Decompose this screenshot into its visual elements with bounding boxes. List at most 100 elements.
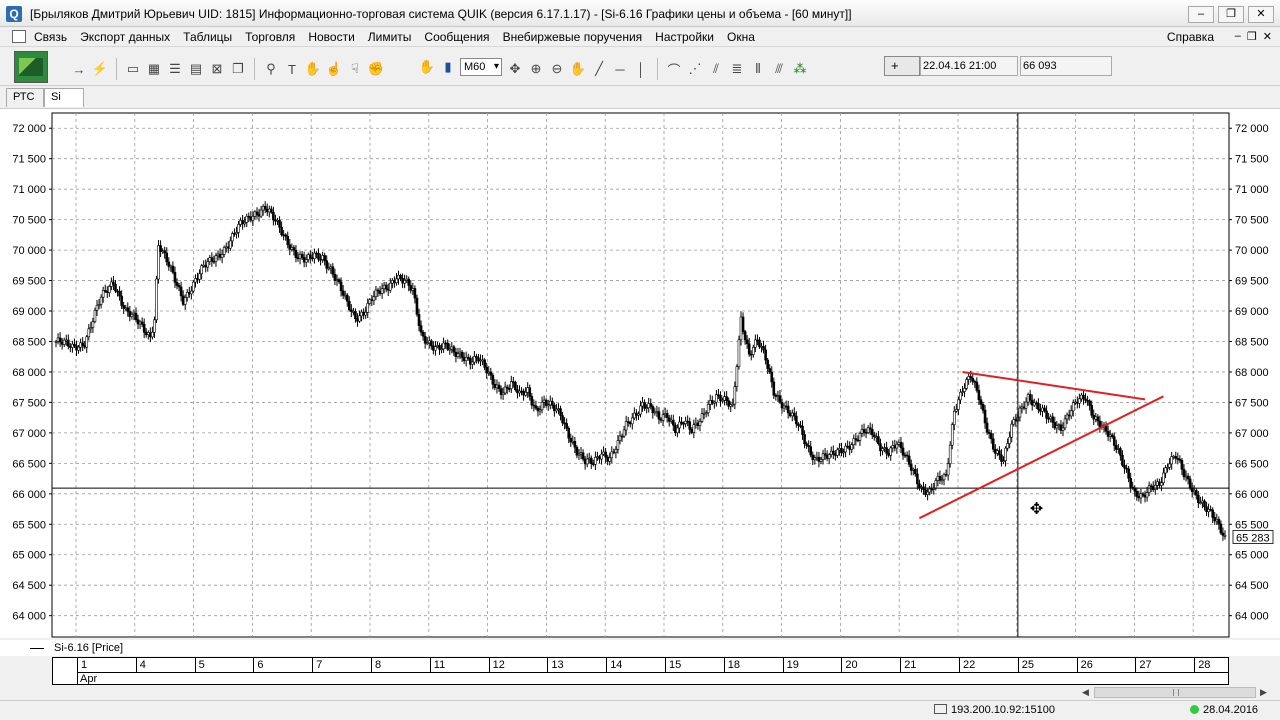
indicator-icon[interactable]: ⁂ bbox=[791, 60, 809, 78]
menu-item-5[interactable]: Лимиты bbox=[368, 30, 412, 44]
candle-body bbox=[235, 232, 238, 235]
scroll-left-icon[interactable]: ◀ bbox=[1082, 687, 1089, 698]
candle-body bbox=[103, 290, 107, 292]
hand-buy-icon[interactable]: ☝ bbox=[325, 60, 343, 78]
candle-body bbox=[1088, 400, 1091, 406]
candle-body bbox=[167, 261, 171, 267]
maximize-button[interactable]: ❐ bbox=[1218, 6, 1244, 23]
text-icon[interactable]: T bbox=[283, 60, 301, 78]
candle-body bbox=[630, 417, 634, 425]
candle-body bbox=[206, 261, 210, 268]
tab-si[interactable]: Si bbox=[44, 88, 84, 107]
gann-icon[interactable]: ⫻ bbox=[770, 60, 788, 78]
fan-icon[interactable]: ⋰ bbox=[686, 60, 704, 78]
menu-help[interactable]: Справка bbox=[1167, 30, 1214, 44]
mdi-restore-button[interactable]: ❐ bbox=[1247, 30, 1257, 43]
candle-body bbox=[415, 297, 419, 315]
mdi-minimize-button[interactable]: – bbox=[1235, 30, 1241, 43]
candle-body bbox=[751, 347, 755, 355]
disconnect-icon[interactable]: ⚡ bbox=[91, 60, 109, 78]
cancel-order-icon[interactable]: ⊠ bbox=[208, 60, 226, 78]
minimize-button[interactable]: – bbox=[1188, 6, 1214, 23]
window-icon[interactable]: ▭ bbox=[124, 60, 142, 78]
candle-body bbox=[567, 427, 571, 439]
scroll-grip[interactable] bbox=[1173, 689, 1179, 696]
candle-body bbox=[1112, 436, 1116, 446]
candle-body bbox=[1086, 400, 1089, 402]
document-icon[interactable] bbox=[12, 30, 26, 43]
arc-icon[interactable]: ⌒ bbox=[665, 60, 683, 78]
hand-stop-icon[interactable]: ✊ bbox=[367, 60, 385, 78]
candle-body bbox=[526, 387, 530, 393]
candle-body bbox=[237, 224, 240, 233]
list-icon[interactable]: ☰ bbox=[166, 60, 184, 78]
chart-legend: Si-6.16 [Price] bbox=[0, 640, 1280, 656]
quik-logo-icon[interactable] bbox=[14, 51, 48, 83]
menu-item-4[interactable]: Новости bbox=[308, 30, 354, 44]
menu-item-7[interactable]: Внебиржевые поручения bbox=[503, 30, 643, 44]
menu-item-9[interactable]: Окна bbox=[727, 30, 755, 44]
y-tick-label-right: 65 500 bbox=[1235, 519, 1269, 531]
candle-body bbox=[239, 220, 242, 225]
chart-svg[interactable]: 64 000 64 000 64 500 64 500 65 000 65 000 65 5… bbox=[0, 109, 1280, 639]
candle-body bbox=[860, 429, 864, 434]
candle-body bbox=[973, 381, 977, 383]
candle-body bbox=[1055, 425, 1059, 429]
candle-body bbox=[1201, 500, 1204, 503]
candle-body bbox=[421, 331, 425, 337]
crosshair-mode-select[interactable]: + bbox=[884, 56, 920, 76]
vertical-line-icon[interactable]: │ bbox=[632, 60, 650, 78]
hand-sell-icon[interactable]: ☟ bbox=[346, 60, 364, 78]
pin-icon[interactable]: ⚲ bbox=[262, 60, 280, 78]
fibonacci-icon[interactable]: ≣ bbox=[728, 60, 746, 78]
candle-body bbox=[600, 453, 603, 460]
candle-body bbox=[850, 444, 854, 450]
connection-status-icon bbox=[1190, 705, 1199, 714]
candle-body bbox=[512, 381, 515, 383]
move-icon[interactable]: ✥ bbox=[506, 60, 524, 78]
candle-body bbox=[438, 345, 441, 350]
interval-select[interactable]: M60 bbox=[460, 58, 502, 76]
candle-body bbox=[528, 387, 532, 397]
candle-body bbox=[786, 405, 790, 414]
scroll-right-icon[interactable]: ▶ bbox=[1260, 687, 1267, 698]
zoom-out-icon[interactable]: ⊖ bbox=[548, 60, 566, 78]
tab-rts[interactable]: РТС bbox=[6, 88, 44, 107]
candle-body bbox=[487, 371, 491, 374]
zoom-in-icon[interactable]: ⊕ bbox=[527, 60, 545, 78]
menu-item-8[interactable]: Настройки bbox=[655, 30, 714, 44]
horizontal-line-icon[interactable]: ─ bbox=[611, 60, 629, 78]
mdi-close-button[interactable]: ✕ bbox=[1263, 30, 1272, 43]
pan-hand-icon[interactable]: ✋ bbox=[569, 60, 587, 78]
table-icon[interactable]: ▦ bbox=[145, 60, 163, 78]
y-tick-label-right: 69 000 bbox=[1235, 306, 1269, 318]
trendline-icon[interactable]: ╱ bbox=[590, 60, 608, 78]
hand-icon[interactable]: ✋ bbox=[304, 60, 322, 78]
candle-body bbox=[729, 404, 733, 407]
grab-icon[interactable]: ✋ bbox=[418, 58, 436, 76]
arrow-right-icon[interactable]: → bbox=[70, 60, 88, 78]
chart-scrollbar[interactable] bbox=[1094, 687, 1256, 698]
candle-body bbox=[647, 403, 651, 409]
candle-body bbox=[183, 297, 187, 305]
candle-body bbox=[1197, 494, 1200, 503]
price-chart[interactable]: 64 000 64 000 64 500 64 500 65 000 65 000 65 5… bbox=[0, 108, 1280, 638]
menu-item-1[interactable]: Экспорт данных bbox=[80, 30, 170, 44]
menu-item-2[interactable]: Таблицы bbox=[183, 30, 232, 44]
menu-item-3[interactable]: Торговля bbox=[245, 30, 295, 44]
copy-icon[interactable]: ❐ bbox=[229, 60, 247, 78]
portfolio-icon[interactable]: ▤ bbox=[187, 60, 205, 78]
candle-body bbox=[725, 396, 728, 401]
menu-item-0[interactable]: Связь bbox=[34, 30, 67, 44]
candle-body bbox=[224, 246, 228, 249]
menu-item-6[interactable]: Сообщения bbox=[424, 30, 489, 44]
time-zones-icon[interactable]: ⦀ bbox=[749, 60, 767, 78]
candle-body bbox=[323, 255, 326, 262]
candle-body bbox=[686, 420, 689, 423]
bar-chart-icon[interactable]: ▮ bbox=[439, 58, 457, 76]
candle-body bbox=[1098, 420, 1102, 428]
channel-icon[interactable]: ⫽ bbox=[707, 60, 725, 78]
candle-body bbox=[825, 454, 829, 459]
candle-body bbox=[384, 284, 388, 290]
close-button[interactable]: ✕ bbox=[1248, 6, 1274, 23]
